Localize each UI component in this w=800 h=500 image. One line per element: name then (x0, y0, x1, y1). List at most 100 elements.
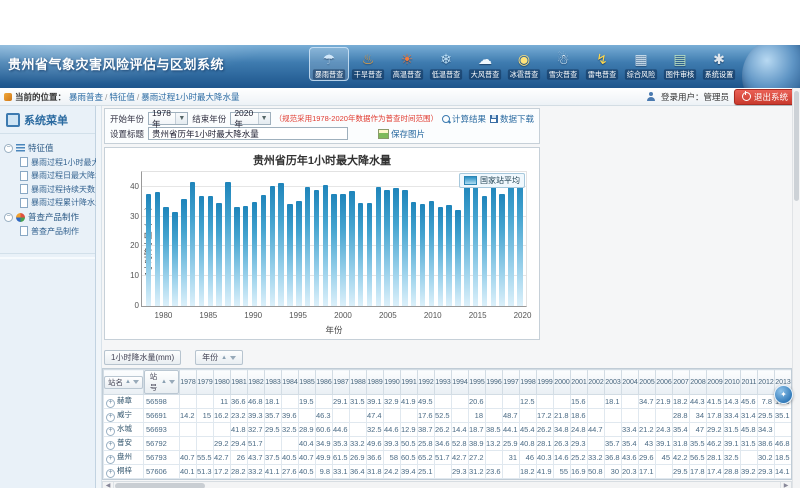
bar-1999[interactable] (331, 194, 336, 306)
header-year-1994[interactable]: 1994 (452, 370, 469, 395)
header-year-2010[interactable]: 2010 (724, 370, 741, 395)
bar-1982[interactable] (181, 199, 186, 306)
bar-2007[interactable] (402, 190, 407, 306)
nav-item-map-review[interactable]: ▤图件审核 (661, 48, 699, 80)
expand-icon[interactable]: + (106, 455, 115, 464)
header-year-2011[interactable]: 2011 (741, 370, 758, 395)
tree-group-1[interactable]: −普查产品制作 (4, 211, 93, 223)
nav-item-low-temp[interactable]: ❄低温普查 (427, 48, 465, 80)
header-year-2009[interactable]: 2009 (707, 370, 724, 395)
bar-2003[interactable] (367, 203, 372, 306)
bar-1984[interactable] (199, 196, 204, 306)
header-year-1989[interactable]: 1989 (367, 370, 384, 395)
vertical-scrollbar[interactable] (792, 88, 800, 488)
tree-item[interactable]: 普查产品制作 (20, 226, 93, 237)
header-year-2003[interactable]: 2003 (605, 370, 622, 395)
header-year-2012[interactable]: 2012 (758, 370, 775, 395)
header-year-2001[interactable]: 2001 (571, 370, 588, 395)
nav-item-comprehensive-risk[interactable]: ▦综合风险 (622, 48, 660, 80)
header-year-2002[interactable]: 2002 (588, 370, 605, 395)
bar-1981[interactable] (172, 212, 177, 306)
header-year-1985[interactable]: 1985 (299, 370, 316, 395)
calculate-button[interactable]: 计算结果 (442, 113, 486, 125)
save-image-button[interactable]: 保存图片 (378, 128, 425, 140)
scroll-right-arrow[interactable]: ▶ (780, 482, 791, 488)
breadcrumb-item[interactable]: 暴雨普查 (69, 92, 103, 102)
bar-1995[interactable] (296, 201, 301, 306)
collapse-icon[interactable]: − (4, 144, 13, 153)
expand-icon[interactable]: + (106, 399, 115, 408)
bar-2018[interactable] (499, 194, 504, 306)
header-year-1988[interactable]: 1988 (350, 370, 367, 395)
sort-asc-icon[interactable]: ▲ (221, 355, 227, 361)
chart-legend[interactable]: 国家站平均 (459, 173, 525, 188)
tree-item[interactable]: 暴雨过程日最大降水量 (20, 170, 93, 181)
header-year-1982[interactable]: 1982 (248, 370, 265, 395)
header-year-1995[interactable]: 1995 (469, 370, 486, 395)
bar-1978[interactable] (146, 194, 151, 306)
header-year-2004[interactable]: 2004 (622, 370, 639, 395)
bar-1997[interactable] (314, 190, 319, 306)
vertical-scroll-thumb[interactable] (794, 91, 799, 201)
expand-icon[interactable]: + (106, 427, 115, 436)
bar-1980[interactable] (163, 207, 168, 306)
bar-1990[interactable] (252, 202, 257, 306)
header-year-1979[interactable]: 1979 (197, 370, 214, 395)
tree-item[interactable]: 暴雨过程持续天数 (20, 184, 93, 195)
bar-2011[interactable] (438, 207, 443, 306)
tree-group-0[interactable]: −特征值 (4, 142, 93, 154)
header-year-1993[interactable]: 1993 (435, 370, 452, 395)
bar-1998[interactable] (323, 185, 328, 306)
filter-icon[interactable] (230, 356, 236, 360)
header-year-1991[interactable]: 1991 (401, 370, 418, 395)
nav-item-hail[interactable]: ◉冰雹普查 (505, 48, 543, 80)
column-field-chip[interactable]: 年份 ▲ (195, 350, 243, 365)
bar-1979[interactable] (155, 192, 160, 306)
field-chip[interactable]: 站名 ▲ (104, 376, 143, 389)
bar-2010[interactable] (429, 201, 434, 306)
header-year-2006[interactable]: 2006 (656, 370, 673, 395)
logout-button[interactable]: 退出系统 (734, 89, 796, 105)
horizontal-scrollbar[interactable]: ◀ ▶ (102, 481, 792, 488)
horizontal-scroll-thumb[interactable] (115, 483, 205, 488)
bar-1986[interactable] (216, 203, 221, 306)
nav-item-rainstorm[interactable]: ☂暴雨普查 (310, 48, 348, 80)
bar-1993[interactable] (278, 183, 283, 306)
header-year-1997[interactable]: 1997 (503, 370, 520, 395)
bar-1989[interactable] (243, 206, 248, 306)
download-button[interactable]: 数据下载 (490, 113, 534, 125)
bar-2004[interactable] (376, 187, 381, 306)
field-chip[interactable]: 站号 ▲ (144, 370, 179, 394)
header-year-1983[interactable]: 1983 (265, 370, 282, 395)
bar-1996[interactable] (305, 187, 310, 306)
scroll-left-arrow[interactable]: ◀ (103, 482, 114, 488)
bar-2019[interactable] (508, 173, 513, 306)
bar-2013[interactable] (455, 210, 460, 306)
bar-1985[interactable] (208, 196, 213, 306)
bar-2001[interactable] (349, 191, 354, 306)
floating-widget[interactable]: ✦ (774, 385, 793, 404)
header-year-1999[interactable]: 1999 (537, 370, 554, 395)
filter-icon[interactable] (169, 380, 175, 384)
header-year-2008[interactable]: 2008 (690, 370, 707, 395)
header-year-2005[interactable]: 2005 (639, 370, 656, 395)
expand-icon[interactable]: + (106, 469, 115, 478)
bar-2020[interactable] (517, 176, 522, 306)
nav-item-snow[interactable]: ☃雪灾普查 (544, 48, 582, 80)
bar-2012[interactable] (446, 205, 451, 306)
bar-1991[interactable] (261, 195, 266, 306)
header-year-1998[interactable]: 1998 (520, 370, 537, 395)
header-year-1990[interactable]: 1990 (384, 370, 401, 395)
bar-1983[interactable] (190, 182, 195, 306)
header-year-1980[interactable]: 1980 (214, 370, 231, 395)
header-year-1984[interactable]: 1984 (282, 370, 299, 395)
bar-1992[interactable] (270, 186, 275, 306)
start-year-select[interactable]: 1978年 ▼ (148, 112, 188, 125)
nav-item-lightning[interactable]: ↯雷电普查 (583, 48, 621, 80)
expand-icon[interactable]: + (106, 413, 115, 422)
measure-field-chip[interactable]: 1小时降水量(mm) (104, 350, 181, 365)
header-year-1981[interactable]: 1981 (231, 370, 248, 395)
bar-2002[interactable] (358, 203, 363, 306)
bar-1988[interactable] (234, 207, 239, 306)
collapse-icon[interactable]: − (4, 213, 13, 222)
